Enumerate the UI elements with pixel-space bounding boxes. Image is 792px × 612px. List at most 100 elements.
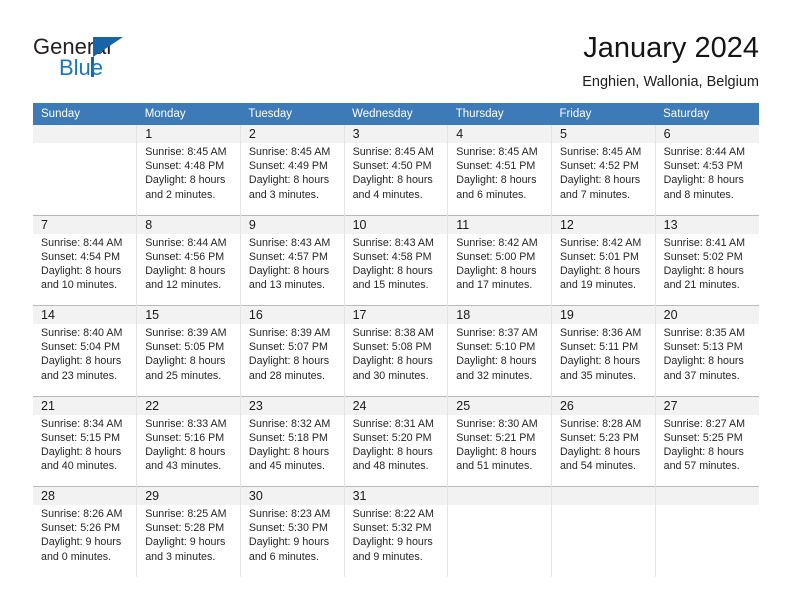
sunrise-text: Sunrise: 8:31 AM — [352, 417, 434, 430]
day-number[interactable]: 26 — [550, 395, 656, 415]
sunrise-text: Sunrise: 8:33 AM — [145, 417, 227, 430]
day-number[interactable] — [654, 486, 759, 505]
day-number[interactable]: 7 — [33, 214, 137, 234]
day-cell[interactable] — [33, 143, 137, 215]
sunrise-text: Sunrise: 8:35 AM — [663, 327, 746, 339]
day-cell[interactable]: Sunrise: 8:39 AM Sunset: 5:07 PM Dayligh… — [239, 324, 345, 396]
day-number[interactable]: 8 — [136, 214, 241, 234]
day-cell[interactable]: Sunrise: 8:32 AM Sunset: 5:18 PM Dayligh… — [239, 414, 345, 487]
day-cell[interactable]: Sunrise: 8:33 AM Sunset: 5:16 PM Dayligh… — [136, 414, 241, 487]
daylight-text-line2: and 17 minutes. — [456, 279, 533, 292]
sunrise-text: Sunrise: 8:23 AM — [248, 508, 331, 520]
day-number[interactable]: 1 — [136, 125, 241, 143]
day-number[interactable]: 31 — [343, 486, 448, 505]
day-number[interactable]: 9 — [239, 214, 345, 234]
day-number[interactable]: 6 — [654, 125, 759, 143]
day-cell[interactable]: Sunrise: 8:38 AM Sunset: 5:08 PM Dayligh… — [343, 324, 448, 396]
day-cell[interactable]: Sunrise: 8:44 AM Sunset: 4:54 PM Dayligh… — [33, 233, 137, 306]
weekday-header-monday: Monday — [136, 103, 241, 125]
day-cell[interactable]: Sunrise: 8:30 AM Sunset: 5:21 PM Dayligh… — [447, 414, 552, 487]
day-number[interactable]: 30 — [239, 486, 345, 505]
daylight-text-line2: and 13 minutes. — [248, 279, 325, 292]
day-number[interactable]: 10 — [343, 214, 448, 234]
day-number[interactable]: 15 — [136, 305, 241, 324]
day-cell[interactable]: Sunrise: 8:34 AM Sunset: 5:15 PM Dayligh… — [33, 414, 137, 487]
day-cell[interactable]: Sunrise: 8:45 AM Sunset: 4:49 PM Dayligh… — [239, 143, 345, 215]
sunrise-text: Sunrise: 8:25 AM — [145, 508, 227, 520]
day-cell[interactable]: Sunrise: 8:31 AM Sunset: 5:20 PM Dayligh… — [343, 414, 448, 487]
sunrise-text: Sunrise: 8:45 AM — [248, 146, 331, 158]
day-number[interactable]: 28 — [33, 486, 137, 505]
daylight-text-line1: Daylight: 8 hours — [352, 174, 433, 187]
day-number[interactable] — [33, 125, 137, 143]
day-number[interactable]: 20 — [654, 305, 759, 324]
sunrise-text: Sunrise: 8:42 AM — [456, 236, 538, 249]
day-number[interactable]: 19 — [550, 305, 656, 324]
week-date-row: 7 8 9 10 11 12 13 — [33, 214, 759, 234]
day-cell[interactable]: Sunrise: 8:42 AM Sunset: 5:00 PM Dayligh… — [447, 233, 552, 306]
title-block: January 2024 Enghien, Wallonia, Belgium — [582, 30, 759, 93]
day-number[interactable]: 25 — [447, 395, 552, 415]
day-cell[interactable]: Sunrise: 8:44 AM Sunset: 4:56 PM Dayligh… — [136, 233, 241, 306]
daylight-text-line2: and 0 minutes. — [41, 550, 112, 563]
daylight-text-line1: Daylight: 9 hours — [145, 536, 226, 549]
day-number[interactable]: 29 — [136, 486, 241, 505]
day-cell[interactable]: Sunrise: 8:43 AM Sunset: 4:57 PM Dayligh… — [239, 233, 345, 306]
day-number[interactable]: 18 — [447, 305, 552, 324]
day-number[interactable]: 27 — [654, 395, 759, 415]
day-number[interactable]: 22 — [136, 395, 241, 415]
day-number[interactable]: 4 — [447, 125, 552, 143]
day-number[interactable]: 5 — [550, 125, 656, 143]
day-cell[interactable]: Sunrise: 8:43 AM Sunset: 4:58 PM Dayligh… — [343, 233, 448, 306]
general-blue-logo[interactable]: General Blue — [33, 34, 213, 90]
day-number[interactable]: 11 — [447, 214, 552, 234]
day-cell[interactable]: Sunrise: 8:45 AM Sunset: 4:48 PM Dayligh… — [136, 143, 241, 215]
sunset-text: Sunset: 5:23 PM — [559, 431, 639, 444]
day-cell[interactable]: Sunrise: 8:26 AM Sunset: 5:26 PM Dayligh… — [33, 505, 137, 577]
day-number[interactable]: 2 — [239, 125, 345, 143]
daylight-text-line2: and 23 minutes. — [41, 369, 118, 382]
day-number[interactable]: 13 — [654, 214, 759, 234]
week-date-row: 1 2 3 4 5 6 — [33, 125, 759, 143]
day-cell[interactable] — [550, 505, 656, 577]
day-number[interactable] — [447, 486, 552, 505]
sunset-text: Sunset: 5:15 PM — [41, 431, 121, 444]
daylight-text-line2: and 45 minutes. — [248, 460, 325, 473]
daylight-text-line2: and 2 minutes. — [145, 188, 216, 201]
daylight-text-line1: Daylight: 8 hours — [248, 355, 330, 368]
day-cell[interactable]: Sunrise: 8:27 AM Sunset: 5:25 PM Dayligh… — [654, 414, 759, 487]
day-cell[interactable]: Sunrise: 8:23 AM Sunset: 5:30 PM Dayligh… — [239, 505, 345, 577]
day-cell[interactable]: Sunrise: 8:39 AM Sunset: 5:05 PM Dayligh… — [136, 324, 241, 396]
day-cell[interactable]: Sunrise: 8:45 AM Sunset: 4:52 PM Dayligh… — [550, 143, 656, 215]
day-cell[interactable] — [447, 505, 552, 577]
sunset-text: Sunset: 5:30 PM — [248, 522, 328, 535]
day-number[interactable]: 14 — [33, 305, 137, 324]
day-cell[interactable]: Sunrise: 8:22 AM Sunset: 5:32 PM Dayligh… — [343, 505, 448, 577]
sunset-text: Sunset: 5:10 PM — [456, 341, 536, 354]
day-cell[interactable] — [654, 505, 759, 577]
day-number[interactable]: 24 — [343, 395, 448, 415]
day-cell[interactable]: Sunrise: 8:44 AM Sunset: 4:53 PM Dayligh… — [654, 143, 759, 215]
day-number[interactable] — [550, 486, 656, 505]
day-number[interactable]: 21 — [33, 395, 137, 415]
day-cell[interactable]: Sunrise: 8:25 AM Sunset: 5:28 PM Dayligh… — [136, 505, 241, 577]
week-info-row: Sunrise: 8:45 AM Sunset: 4:48 PM Dayligh… — [33, 143, 759, 215]
day-number[interactable]: 23 — [239, 395, 345, 415]
day-cell[interactable]: Sunrise: 8:42 AM Sunset: 5:01 PM Dayligh… — [550, 233, 656, 306]
day-number[interactable]: 17 — [343, 305, 448, 324]
sunrise-text: Sunrise: 8:39 AM — [145, 327, 227, 339]
day-cell[interactable]: Sunrise: 8:41 AM Sunset: 5:02 PM Dayligh… — [654, 233, 759, 306]
day-cell[interactable]: Sunrise: 8:40 AM Sunset: 5:04 PM Dayligh… — [33, 324, 137, 396]
week-info-row: Sunrise: 8:44 AM Sunset: 4:54 PM Dayligh… — [33, 233, 759, 306]
daylight-text-line2: and 57 minutes. — [663, 460, 740, 473]
day-cell[interactable]: Sunrise: 8:45 AM Sunset: 4:51 PM Dayligh… — [447, 143, 552, 215]
day-number[interactable]: 3 — [343, 125, 448, 143]
day-cell[interactable]: Sunrise: 8:35 AM Sunset: 5:13 PM Dayligh… — [654, 324, 759, 396]
day-number[interactable]: 12 — [550, 214, 656, 234]
daylight-text-line1: Daylight: 8 hours — [559, 264, 641, 277]
day-number[interactable]: 16 — [239, 305, 345, 324]
day-cell[interactable]: Sunrise: 8:36 AM Sunset: 5:11 PM Dayligh… — [550, 324, 656, 396]
day-cell[interactable]: Sunrise: 8:45 AM Sunset: 4:50 PM Dayligh… — [343, 143, 448, 215]
day-cell[interactable]: Sunrise: 8:28 AM Sunset: 5:23 PM Dayligh… — [550, 414, 656, 487]
day-cell[interactable]: Sunrise: 8:37 AM Sunset: 5:10 PM Dayligh… — [447, 324, 552, 396]
